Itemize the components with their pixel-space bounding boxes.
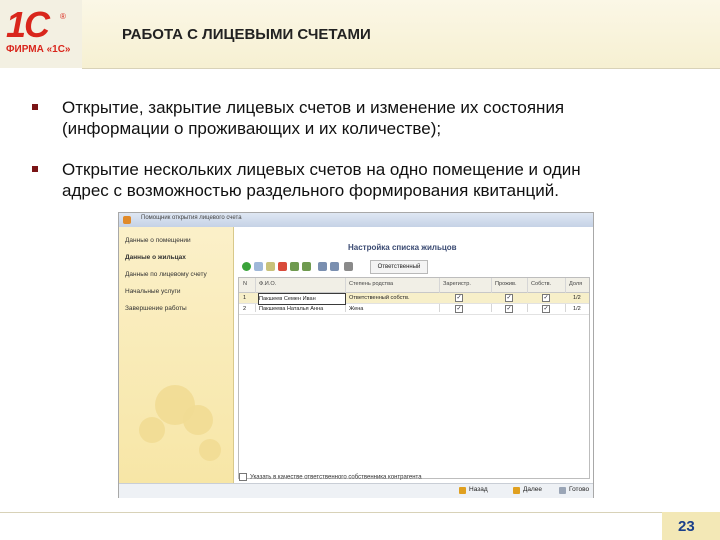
nav-item-finish[interactable]: Завершение работы bbox=[125, 305, 187, 312]
copy-icon[interactable] bbox=[254, 262, 263, 271]
checkbox-owner[interactable]: ✓ bbox=[542, 294, 550, 302]
next-arrow-icon bbox=[513, 487, 520, 494]
col-header-registered[interactable]: Зарегистр. bbox=[443, 281, 471, 287]
logo-caption: ФИРМА «1С» bbox=[6, 44, 71, 55]
nav-item-premises[interactable]: Данные о помещении bbox=[125, 237, 191, 244]
move-down-icon[interactable] bbox=[302, 262, 311, 271]
bullet-1-line-2: (информации о проживающих и их количеств… bbox=[62, 119, 442, 138]
bullet-text-1: Открытие, закрытие лицевых счетов и изме… bbox=[62, 97, 702, 139]
window-title: Помощник открытия лицевого счета bbox=[141, 215, 242, 221]
delete-icon[interactable] bbox=[278, 262, 287, 271]
cell-relation[interactable]: Жена bbox=[349, 304, 437, 314]
logo-registered: ® bbox=[60, 12, 66, 21]
nav-item-account[interactable]: Данные по лицевому счету bbox=[125, 271, 207, 278]
residents-table: N Ф.И.О. Степень родства Зарегистр. Прож… bbox=[238, 277, 590, 479]
gear-decoration-icon bbox=[183, 405, 213, 435]
assistant-window: Помощник открытия лицевого счета Данные … bbox=[118, 212, 594, 498]
done-button[interactable]: Готово bbox=[569, 486, 589, 493]
bullet-1-line-1: Открытие, закрытие лицевых счетов и изме… bbox=[62, 98, 565, 117]
bullet-text-2: Открытие нескольких лицевых счетов на од… bbox=[62, 159, 702, 201]
brand-logo: 1С ® ФИРМА «1С» bbox=[0, 0, 83, 68]
add-icon[interactable] bbox=[242, 262, 251, 271]
responsible-button[interactable]: Ответственный bbox=[370, 260, 428, 274]
edit-icon[interactable] bbox=[266, 262, 275, 271]
gear-decoration-icon bbox=[199, 439, 221, 461]
wizard-content: Настройка списка жильцов Ответственный N… bbox=[234, 227, 592, 483]
done-icon bbox=[559, 487, 566, 494]
col-header-living[interactable]: Прожив. bbox=[495, 281, 517, 287]
bullet-marker bbox=[32, 104, 38, 110]
wizard-nav: Данные о помещении Данные о жильцах Данн… bbox=[119, 227, 234, 483]
nav-item-residents[interactable]: Данные о жильцах bbox=[125, 254, 186, 261]
table-row[interactable]: 1 Пакшеев Семен Иван Ответственный собст… bbox=[239, 293, 589, 305]
wizard-buttons: Назад Далее Готово bbox=[119, 483, 593, 498]
checkbox-registered[interactable]: ✓ bbox=[455, 294, 463, 302]
col-header-fio[interactable]: Ф.И.О. bbox=[259, 281, 276, 287]
page-number: 23 bbox=[678, 518, 695, 535]
checkbox-living[interactable]: ✓ bbox=[505, 294, 513, 302]
table-row[interactable]: 2 Пакшеева Наталья Анна Жена ✓ ✓ ✓ 1/2 bbox=[239, 304, 589, 315]
nav-item-services[interactable]: Начальные услуги bbox=[125, 288, 181, 295]
col-header-n[interactable]: N bbox=[243, 281, 247, 287]
next-button[interactable]: Далее bbox=[523, 486, 542, 493]
gear-decoration-icon bbox=[139, 417, 165, 443]
window-titlebar[interactable]: Помощник открытия лицевого счета bbox=[119, 213, 593, 227]
checkbox-owner[interactable]: ✓ bbox=[542, 305, 550, 313]
responsible-counterparty-checkbox[interactable] bbox=[239, 473, 247, 481]
col-header-owner[interactable]: Собств. bbox=[531, 281, 551, 287]
cell-n: 1 bbox=[243, 295, 247, 301]
table-header: N Ф.И.О. Степень родства Зарегистр. Прож… bbox=[239, 278, 589, 293]
col-header-share[interactable]: Доля bbox=[569, 281, 582, 287]
logo-mark: 1С bbox=[6, 4, 50, 45]
footer-divider bbox=[0, 512, 720, 513]
move-up-icon[interactable] bbox=[290, 262, 299, 271]
sort-desc-icon[interactable] bbox=[330, 262, 339, 271]
back-button[interactable]: Назад bbox=[469, 486, 488, 493]
cell-n: 2 bbox=[243, 306, 247, 312]
sort-asc-icon[interactable] bbox=[318, 262, 327, 271]
cell-relation[interactable]: Ответственный собств. bbox=[349, 293, 437, 303]
checkbox-living[interactable]: ✓ bbox=[505, 305, 513, 313]
panel-title: Настройка списка жильцов bbox=[348, 243, 457, 252]
list-settings-icon[interactable] bbox=[344, 262, 353, 271]
cell-share[interactable]: 1/2 bbox=[573, 293, 581, 303]
responsible-counterparty-label: Указать в качестве ответственного собств… bbox=[250, 474, 422, 481]
slide-title: РАБОТА С ЛИЦЕВЫМИ СЧЕТАМИ bbox=[122, 26, 371, 43]
cell-fio[interactable]: Пакшеева Наталья Анна bbox=[259, 304, 345, 314]
col-header-relation[interactable]: Степень родства bbox=[349, 281, 393, 287]
checkbox-registered[interactable]: ✓ bbox=[455, 305, 463, 313]
bullet-2-line-1: Открытие нескольких лицевых счетов на од… bbox=[62, 160, 581, 179]
app-icon bbox=[123, 216, 131, 224]
back-arrow-icon bbox=[459, 487, 466, 494]
responsible-counterparty-option[interactable]: Указать в качестве ответственного собств… bbox=[239, 473, 422, 481]
bullet-marker bbox=[32, 166, 38, 172]
bullet-2-line-2: адрес с возможностью раздельного формиро… bbox=[62, 181, 559, 200]
cell-share[interactable]: 1/2 bbox=[573, 304, 581, 314]
